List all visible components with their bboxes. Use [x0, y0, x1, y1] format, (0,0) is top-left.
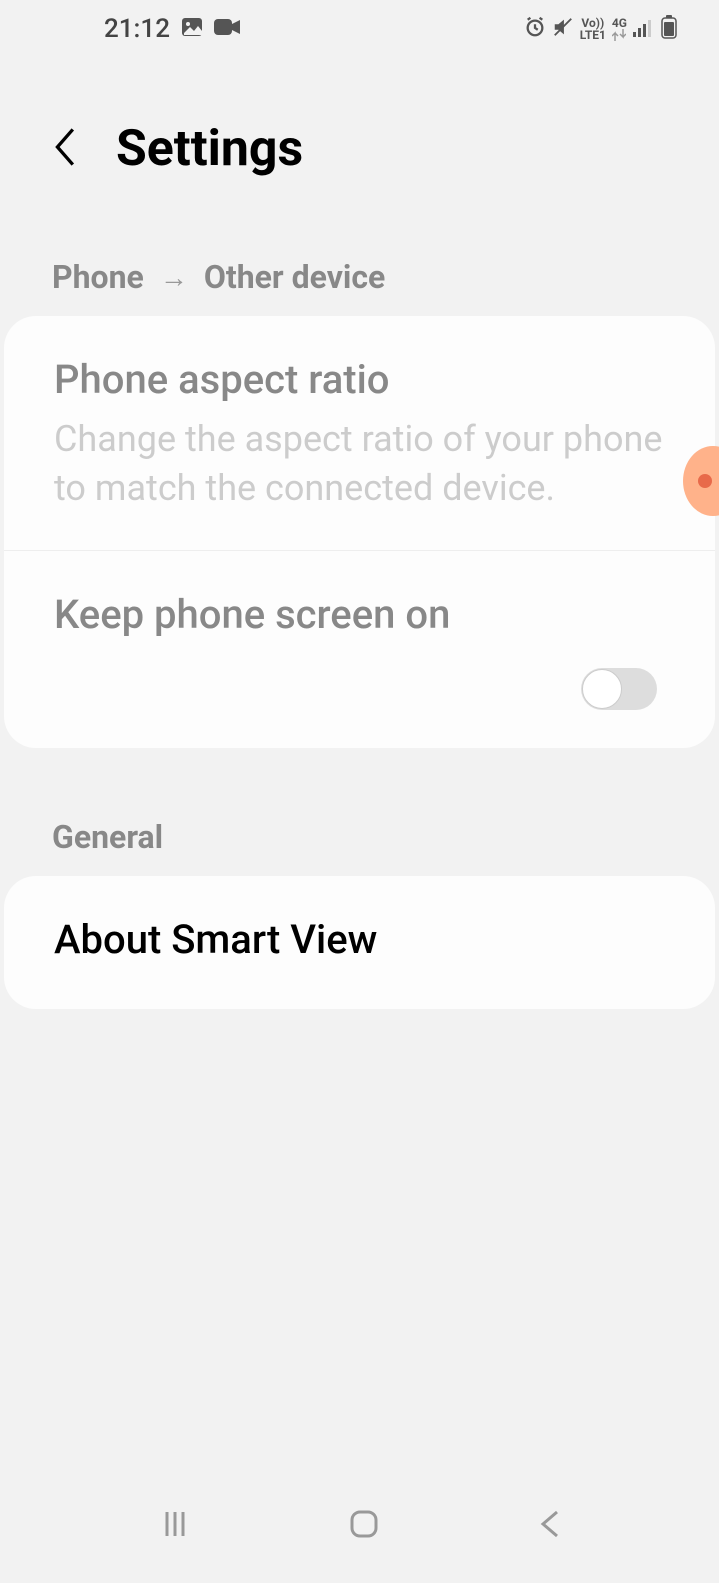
mute-icon	[552, 16, 574, 42]
alarm-icon	[524, 16, 546, 42]
back-icon[interactable]	[48, 125, 80, 173]
recents-button[interactable]	[157, 1506, 193, 1546]
record-dot-icon	[698, 474, 712, 488]
setting-about-title: About Smart View	[54, 916, 665, 963]
page-title: Settings	[116, 120, 303, 178]
signal-icon	[633, 17, 655, 41]
gallery-icon	[180, 15, 204, 43]
navigation-bar	[0, 1493, 719, 1583]
status-right: Vo)) LTE1 4G	[524, 15, 677, 43]
status-bar: 21:12 Vo)) LTE1 4G	[0, 0, 719, 50]
section-label-other-device: Other device	[204, 258, 385, 296]
volte-indicator: Vo)) LTE1	[580, 17, 606, 41]
home-button[interactable]	[346, 1506, 382, 1546]
section-label-phone: Phone	[52, 258, 144, 296]
setting-aspect-ratio-desc: Change the aspect ratio of your phone to…	[54, 415, 665, 512]
section-label-general: General	[52, 818, 163, 856]
status-left: 21:12	[104, 14, 240, 44]
setting-phone-aspect-ratio[interactable]: Phone aspect ratio Change the aspect rat…	[4, 316, 715, 551]
toggle-knob	[582, 669, 622, 709]
settings-card-2: About Smart View	[4, 876, 715, 1009]
keep-screen-toggle[interactable]	[581, 668, 657, 710]
video-icon	[214, 17, 240, 41]
section-general: General	[0, 748, 719, 876]
nav-back-button[interactable]	[535, 1506, 563, 1546]
setting-aspect-ratio-title: Phone aspect ratio	[54, 356, 665, 403]
network-indicator: 4G	[612, 17, 627, 41]
setting-keep-screen-title: Keep phone screen on	[54, 591, 665, 638]
setting-keep-screen-on[interactable]: Keep phone screen on	[4, 551, 715, 748]
section-phone-other-device: Phone → Other device	[0, 208, 719, 316]
page-header: Settings	[0, 50, 719, 208]
settings-card-1: Phone aspect ratio Change the aspect rat…	[4, 316, 715, 748]
status-time: 21:12	[104, 14, 170, 44]
arrow-right-icon: →	[160, 261, 188, 294]
battery-icon	[661, 15, 677, 43]
setting-about-smart-view[interactable]: About Smart View	[4, 876, 715, 1009]
